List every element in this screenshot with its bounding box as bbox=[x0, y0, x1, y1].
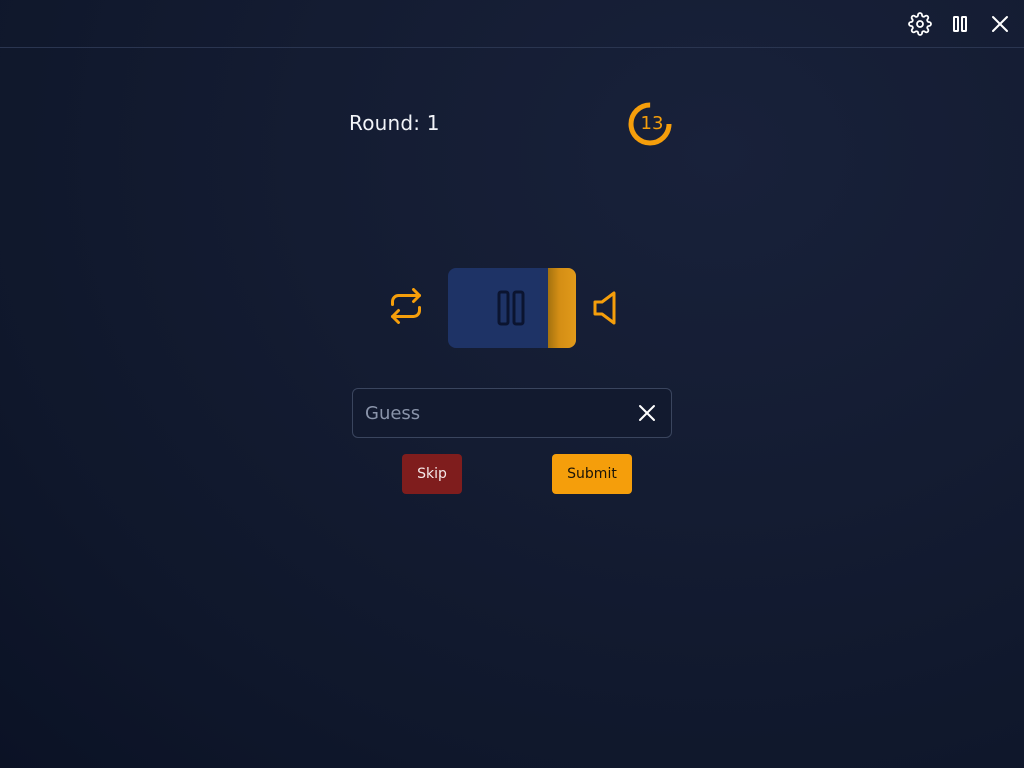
pause-icon[interactable] bbox=[948, 12, 972, 36]
playback-progress bbox=[547, 268, 576, 348]
close-icon[interactable] bbox=[988, 12, 1012, 36]
guess-field bbox=[352, 388, 672, 438]
round-label: Round: 1 bbox=[349, 111, 440, 135]
gear-icon[interactable] bbox=[908, 12, 932, 36]
clear-icon[interactable] bbox=[637, 403, 657, 423]
skip-button[interactable]: Skip bbox=[402, 454, 462, 494]
guess-input[interactable] bbox=[353, 389, 623, 437]
timer-value: 13 bbox=[640, 113, 664, 134]
pause-icon bbox=[496, 289, 528, 327]
volume-icon[interactable] bbox=[590, 290, 622, 326]
submit-button[interactable]: Submit bbox=[552, 454, 632, 494]
repeat-icon[interactable] bbox=[388, 288, 424, 324]
top-bar bbox=[0, 0, 1024, 48]
countdown-timer: 13 bbox=[626, 99, 676, 149]
